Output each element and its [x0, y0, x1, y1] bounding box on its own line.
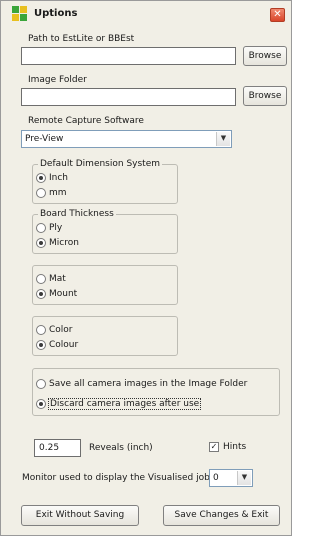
radio-button-icon — [36, 188, 46, 198]
board-thickness-group — [32, 214, 178, 254]
capture-software-label: Remote Capture Software — [28, 116, 144, 126]
path-browse-button[interactable]: Browse — [243, 46, 287, 66]
monitor-select[interactable]: 0 ▼ — [209, 469, 253, 487]
reveals-label: Reveals (inch) — [89, 443, 153, 453]
close-button[interactable]: ✕ — [270, 8, 285, 22]
image-folder-label: Image Folder — [28, 75, 87, 85]
radio-color-label: Color — [49, 325, 73, 335]
radio-save-images-label: Save all camera images in the Image Fold… — [49, 379, 248, 389]
hints-label: Hints — [223, 442, 247, 452]
radio-button-icon — [36, 238, 46, 248]
dimension-system-caption: Default Dimension System — [38, 159, 163, 169]
mat-mount-group — [32, 265, 178, 305]
monitor-label: Monitor used to display the Visualised j… — [22, 473, 210, 483]
title-bar[interactable]: Uptions ✕ — [1, 1, 291, 23]
image-folder-input[interactable] — [21, 88, 236, 106]
hints-checkbox[interactable]: ✓ Hints — [209, 442, 246, 452]
radio-button-icon — [36, 173, 46, 183]
radio-button-icon — [36, 289, 46, 299]
radio-save-images[interactable]: Save all camera images in the Image Fold… — [36, 379, 247, 389]
radio-button-icon — [36, 379, 46, 389]
chevron-down-icon[interactable]: ▼ — [216, 132, 230, 146]
radio-button-icon — [36, 223, 46, 233]
save-changes-button[interactable]: Save Changes & Exit — [163, 505, 280, 526]
radio-inch[interactable]: Inch — [36, 173, 68, 183]
radio-mount-label: Mount — [49, 289, 78, 299]
image-folder-browse-button[interactable]: Browse — [243, 86, 287, 106]
radio-inch-label: Inch — [49, 173, 69, 183]
radio-discard-images-label: Discard camera images after use — [47, 398, 202, 410]
radio-button-icon — [36, 399, 46, 409]
radio-colour-label: Colour — [49, 340, 79, 350]
radio-mat-label: Mat — [49, 274, 66, 284]
exit-without-saving-button[interactable]: Exit Without Saving — [21, 505, 139, 526]
radio-ply[interactable]: Ply — [36, 223, 62, 233]
color-spelling-group — [32, 316, 178, 356]
radio-discard-images[interactable]: Discard camera images after use — [36, 398, 202, 410]
path-input[interactable] — [21, 47, 236, 65]
radio-ply-label: Ply — [49, 223, 63, 233]
radio-button-icon — [36, 325, 46, 335]
dimension-system-group — [32, 164, 178, 204]
radio-micron[interactable]: Micron — [36, 238, 79, 248]
window-title: Uptions — [34, 8, 78, 19]
radio-mm-label: mm — [49, 188, 67, 198]
monitor-value: 0 — [213, 473, 219, 483]
radio-colour[interactable]: Colour — [36, 340, 78, 350]
options-window: Uptions ✕ Path to EstLite or BBEst Brows… — [0, 0, 292, 536]
radio-button-icon — [36, 274, 46, 284]
path-label: Path to EstLite or BBEst — [28, 34, 135, 44]
board-thickness-caption: Board Thickness — [38, 209, 116, 219]
app-icon — [12, 6, 28, 22]
checkmark-icon: ✓ — [209, 442, 219, 452]
radio-mat[interactable]: Mat — [36, 274, 66, 284]
radio-micron-label: Micron — [49, 238, 79, 248]
radio-button-icon — [36, 340, 46, 350]
close-icon: ✕ — [273, 9, 282, 20]
capture-software-value: Pre-View — [25, 134, 64, 144]
radio-mm[interactable]: mm — [36, 188, 67, 198]
radio-mount[interactable]: Mount — [36, 289, 77, 299]
capture-software-select[interactable]: Pre-View ▼ — [21, 130, 232, 148]
chevron-down-icon[interactable]: ▼ — [237, 471, 251, 485]
radio-color[interactable]: Color — [36, 325, 73, 335]
reveals-input[interactable]: 0.25 — [34, 439, 81, 457]
